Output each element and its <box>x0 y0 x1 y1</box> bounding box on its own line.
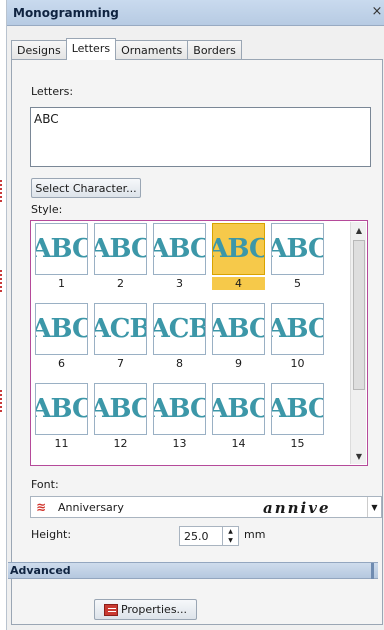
style-glyph: ABC <box>213 394 265 424</box>
properties-button[interactable]: Properties... <box>94 599 197 620</box>
letters-label: Letters: <box>31 85 74 98</box>
style-number: 7 <box>117 357 124 370</box>
style-number: 6 <box>58 357 65 370</box>
tab-ornaments[interactable]: Ornaments <box>115 40 189 60</box>
style-number: 13 <box>172 437 187 450</box>
style-number: 1 <box>58 277 65 290</box>
style-glyph: ABC <box>36 234 88 264</box>
style-thumbnail: ABC <box>212 223 265 275</box>
style-number: 14 <box>231 437 246 450</box>
style-glyph: ABC <box>154 234 206 264</box>
letters-tab-page: Letters: ABC Select Character... Style: … <box>8 59 383 625</box>
advanced-section-header[interactable]: Advanced <box>8 562 378 579</box>
style-thumbnail: ABC <box>212 383 265 435</box>
scroll-up-icon[interactable]: ▲ <box>351 222 367 238</box>
style-thumbnail: ABC <box>94 223 147 275</box>
style-item-1[interactable]: ABC 1 <box>32 221 88 295</box>
style-item-11[interactable]: ABC 11 <box>32 381 88 455</box>
style-number: 11 <box>54 437 69 450</box>
style-glyph: ABC <box>213 314 265 344</box>
monogramming-panel: Monogramming × Designs Letters Ornaments… <box>6 0 384 630</box>
style-glyph: ABC <box>95 234 147 264</box>
advanced-label: Advanced <box>10 564 71 577</box>
stepper-arrows-icon[interactable]: ▲ ▼ <box>222 527 238 545</box>
style-number: 15 <box>290 437 305 450</box>
style-thumbnail: ABC <box>35 223 88 275</box>
style-thumbnail: ABC <box>271 383 324 435</box>
height-label: Height: <box>31 528 72 541</box>
style-item-14[interactable]: ABC 14 <box>209 381 265 455</box>
panel-title-bar[interactable]: Monogramming × <box>7 0 384 26</box>
height-unit: mm <box>244 528 266 541</box>
chevron-down-icon[interactable]: ▼ <box>367 497 381 517</box>
height-value: 25.0 <box>184 529 209 543</box>
style-glyph: ABC <box>154 394 206 424</box>
style-glyph: ABC <box>272 394 324 424</box>
style-item-10[interactable]: ABC 10 <box>268 301 324 375</box>
height-stepper[interactable]: 25.0 ▲ ▼ <box>179 526 239 546</box>
style-item-7[interactable]: ACB 7 <box>91 301 147 375</box>
style-item-6[interactable]: ABC 6 <box>32 301 88 375</box>
select-character-button[interactable]: Select Character... <box>31 178 141 198</box>
style-glyph: ACB <box>154 314 206 344</box>
style-item-9[interactable]: ABC 9 <box>209 301 265 375</box>
font-label: Font: <box>31 478 59 491</box>
style-item-3[interactable]: ABC 3 <box>150 221 206 295</box>
scroll-down-icon[interactable]: ▼ <box>351 448 367 464</box>
style-thumbnail: ABC <box>153 383 206 435</box>
style-number: 10 <box>290 357 305 370</box>
style-thumbnail: ABC <box>271 223 324 275</box>
style-number: 8 <box>176 357 183 370</box>
style-item-4[interactable]: ABC 4 <box>209 221 265 295</box>
style-number: 9 <box>235 357 242 370</box>
style-thumbnail: ABC <box>271 303 324 355</box>
style-glyph: ABC <box>213 234 265 264</box>
style-number: 4 <box>212 277 265 290</box>
style-item-2[interactable]: ABC 2 <box>91 221 147 295</box>
tab-letters[interactable]: Letters <box>65 38 117 60</box>
properties-label: Properties... <box>120 603 188 616</box>
close-icon[interactable]: × <box>371 4 383 19</box>
style-gallery-scrollbar[interactable]: ▲ ▼ <box>350 222 366 464</box>
style-glyph: ACB <box>95 314 147 344</box>
properties-icon <box>103 603 118 616</box>
scroll-thumb[interactable] <box>353 240 365 390</box>
style-glyph: ABC <box>36 394 88 424</box>
style-item-15[interactable]: ABC 15 <box>268 381 324 455</box>
style-thumbnail: ABC <box>35 383 88 435</box>
style-number: 12 <box>113 437 128 450</box>
style-number: 3 <box>176 277 183 290</box>
font-preview: annive <box>263 499 331 517</box>
style-glyph: ABC <box>36 314 88 344</box>
style-thumbnail: ABC <box>94 383 147 435</box>
style-item-13[interactable]: ABC 13 <box>150 381 206 455</box>
style-item-8[interactable]: ACB 8 <box>150 301 206 375</box>
style-gallery: ABC 1 ABC 2 ABC 3 ABC 4 ABC 5 ABC 6 ACB 7 ACB 8 ABC 9 ABC 1… <box>30 220 368 466</box>
style-number: 2 <box>117 277 124 290</box>
style-item-12[interactable]: ABC 12 <box>91 381 147 455</box>
font-name: Anniversary <box>58 500 124 514</box>
style-thumbnail: ABC <box>35 303 88 355</box>
font-select[interactable]: ≋ Anniversary annive ▼ <box>30 496 382 518</box>
style-thumbnail: ABC <box>153 223 206 275</box>
style-thumbnail: ACB <box>94 303 147 355</box>
style-glyph: ABC <box>95 394 147 424</box>
font-glyph-icon: ≋ <box>36 500 47 514</box>
tab-borders[interactable]: Borders <box>187 40 242 60</box>
style-number: 5 <box>294 277 301 290</box>
style-glyph: ABC <box>272 234 324 264</box>
panel-title: Monogramming <box>13 5 119 20</box>
advanced-edge <box>371 563 374 579</box>
letters-text-input[interactable]: ABC <box>30 107 371 167</box>
style-item-5[interactable]: ABC 5 <box>268 221 324 295</box>
style-glyph: ABC <box>272 314 324 344</box>
style-label: Style: <box>31 203 63 216</box>
style-thumbnail: ACB <box>153 303 206 355</box>
style-thumbnail: ABC <box>212 303 265 355</box>
tab-designs[interactable]: Designs <box>11 40 67 60</box>
tab-strip: Designs Letters Ornaments Borders <box>11 38 242 60</box>
